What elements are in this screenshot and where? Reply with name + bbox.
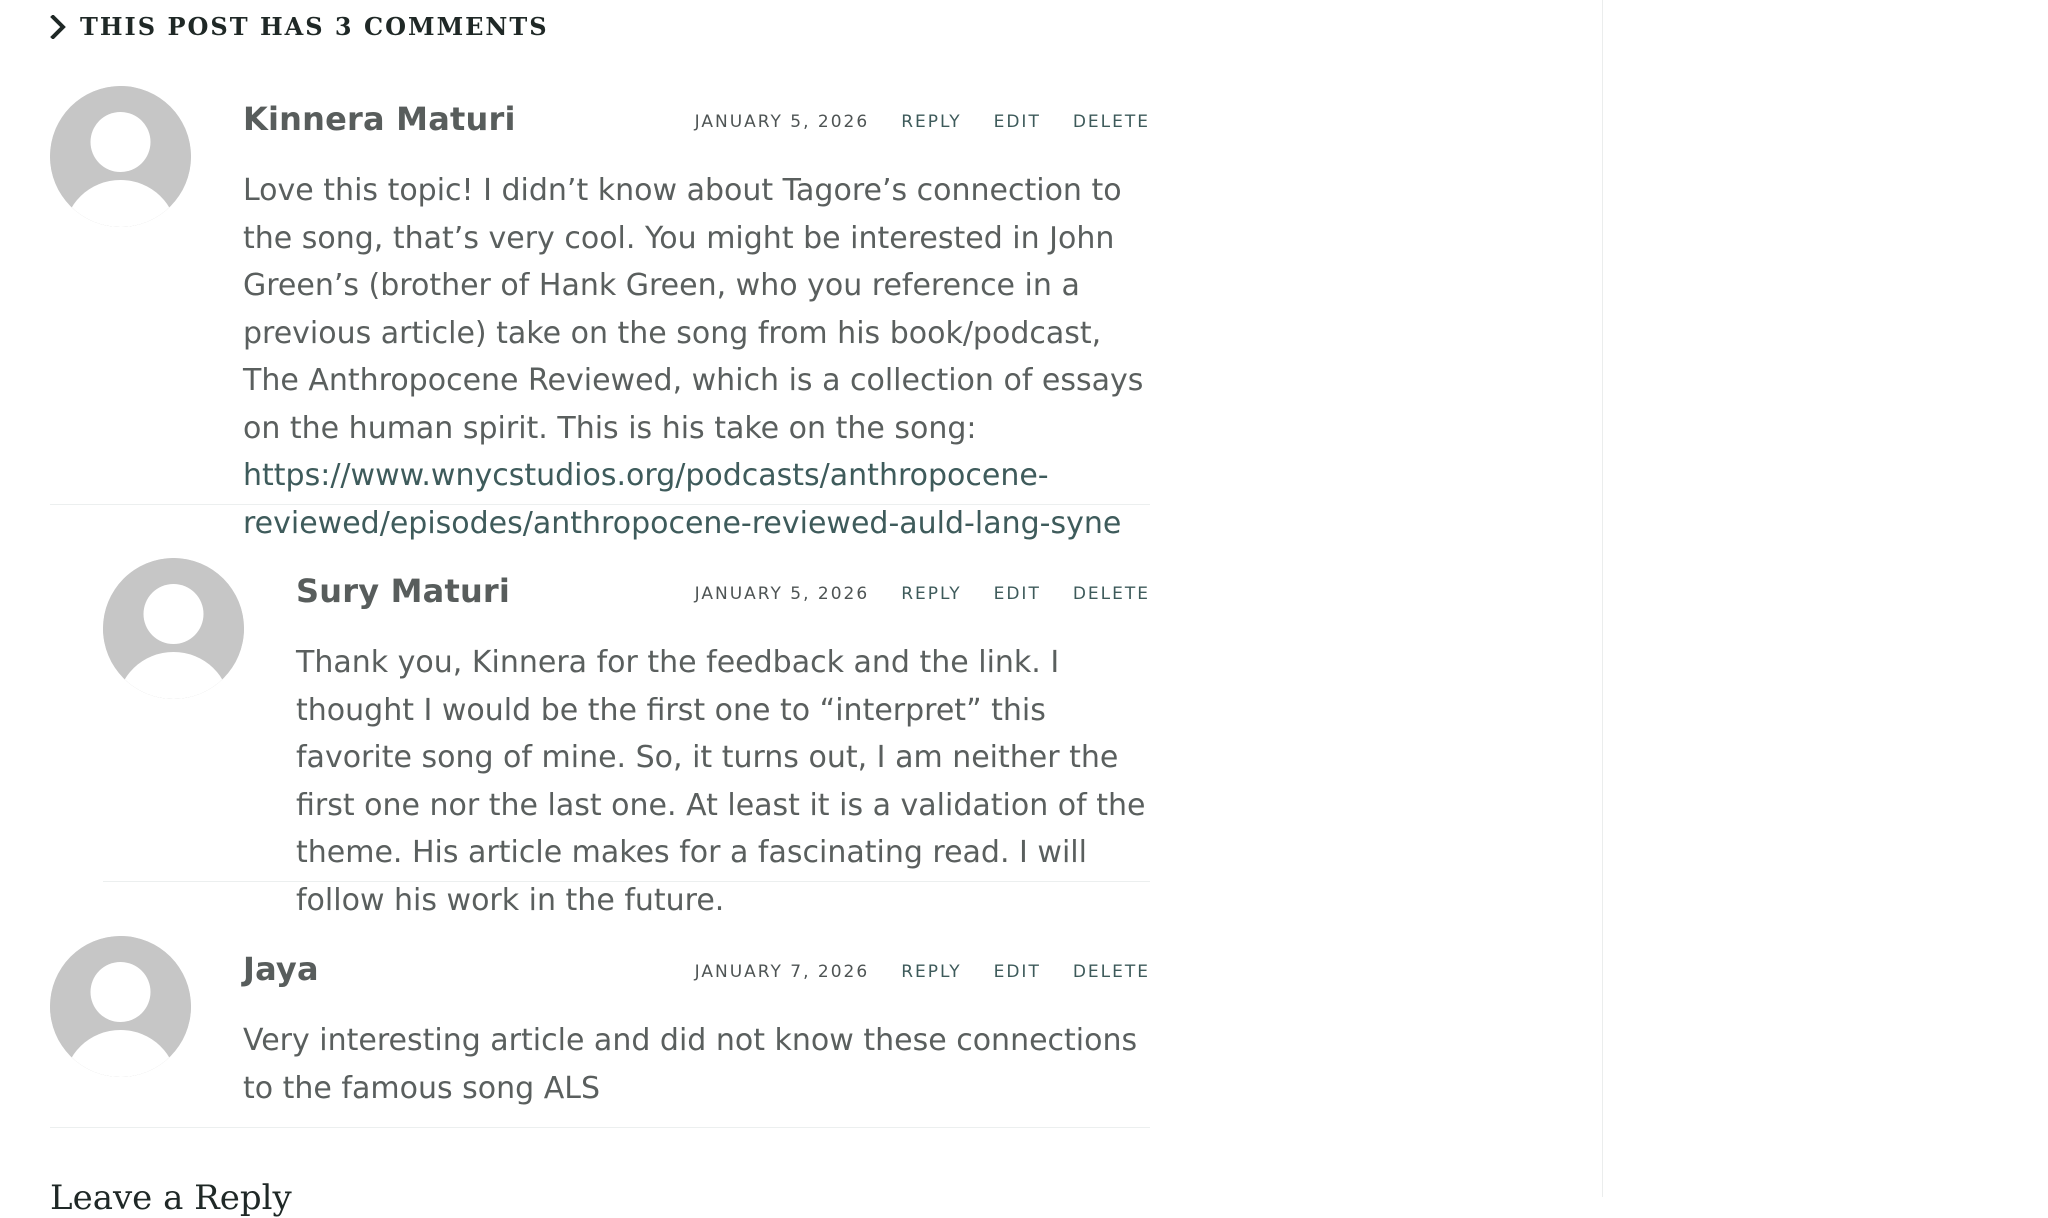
comment-date: January 5, 2026 bbox=[694, 112, 870, 132]
comment-link[interactable]: https://www.wnycstudios.org/podcasts/ant… bbox=[243, 458, 1121, 541]
comment-meta: January 5, 2026 Reply Edit Delete bbox=[695, 584, 1150, 604]
edit-link[interactable]: Edit bbox=[994, 962, 1041, 982]
comment-text-content: Love this topic! I didn’t know about Tag… bbox=[243, 173, 1144, 446]
comment-divider bbox=[50, 504, 1150, 505]
comment: Jaya January 7, 2026 Reply Edit Delete V… bbox=[50, 936, 1150, 1106]
comment-date: January 7, 2026 bbox=[694, 962, 870, 982]
main-content: This post has 3 comments Kinnera Maturi … bbox=[0, 0, 1603, 1218]
comments-heading: This post has 3 comments bbox=[50, 12, 549, 41]
reply-link[interactable]: Reply bbox=[901, 112, 961, 132]
reply-link[interactable]: Reply bbox=[901, 584, 961, 604]
edit-link[interactable]: Edit bbox=[994, 584, 1041, 604]
default-avatar-icon bbox=[103, 558, 244, 699]
comment-text: Very interesting article and did not kno… bbox=[243, 1023, 1138, 1106]
comments-heading-text: This post has 3 comments bbox=[80, 12, 549, 41]
delete-link[interactable]: Delete bbox=[1073, 112, 1150, 132]
leave-reply-heading: Leave a Reply bbox=[50, 1178, 292, 1218]
edit-link[interactable]: Edit bbox=[994, 112, 1041, 132]
comment-author: Kinnera Maturi bbox=[243, 100, 516, 138]
chevron-right-icon bbox=[50, 14, 66, 39]
comment-author: Sury Maturi bbox=[296, 572, 511, 610]
default-avatar-icon bbox=[50, 936, 191, 1077]
comment-divider bbox=[50, 1127, 1150, 1128]
delete-link[interactable]: Delete bbox=[1073, 962, 1150, 982]
comment-meta: January 5, 2026 Reply Edit Delete bbox=[695, 112, 1150, 132]
comment-reply: Sury Maturi January 5, 2026 Reply Edit D… bbox=[103, 558, 1150, 918]
delete-link[interactable]: Delete bbox=[1073, 584, 1150, 604]
comment-text: Love this topic! I didn’t know about Tag… bbox=[243, 167, 1150, 547]
sidebar bbox=[1603, 0, 2048, 1197]
comment-meta: January 7, 2026 Reply Edit Delete bbox=[695, 962, 1150, 982]
comment-author: Jaya bbox=[243, 950, 319, 988]
comment-divider bbox=[103, 881, 1150, 882]
comment: Kinnera Maturi January 5, 2026 Reply Edi… bbox=[50, 86, 1150, 541]
comment-date: January 5, 2026 bbox=[694, 584, 870, 604]
default-avatar-icon bbox=[50, 86, 191, 227]
reply-link[interactable]: Reply bbox=[901, 962, 961, 982]
